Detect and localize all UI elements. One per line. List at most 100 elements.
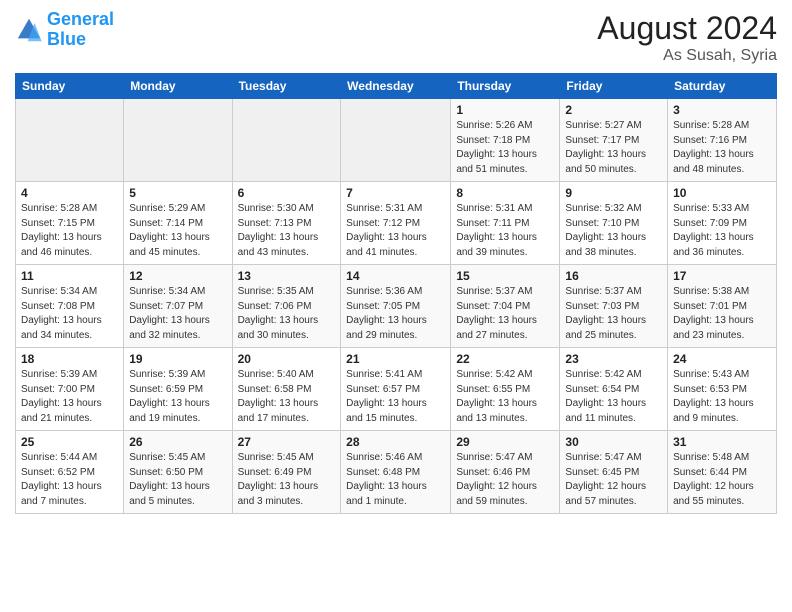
calendar-cell: 8Sunrise: 5:31 AM Sunset: 7:11 PM Daylig… xyxy=(451,182,560,265)
day-number: 28 xyxy=(346,435,445,449)
day-number: 3 xyxy=(673,103,771,117)
day-header-monday: Monday xyxy=(124,74,232,99)
day-number: 27 xyxy=(238,435,336,449)
calendar-cell: 4Sunrise: 5:28 AM Sunset: 7:15 PM Daylig… xyxy=(16,182,124,265)
calendar-cell: 31Sunrise: 5:48 AM Sunset: 6:44 PM Dayli… xyxy=(668,431,777,514)
day-info: Sunrise: 5:28 AM Sunset: 7:16 PM Dayligh… xyxy=(673,119,771,177)
logo: General Blue xyxy=(15,10,114,50)
calendar-cell: 9Sunrise: 5:32 AM Sunset: 7:10 PM Daylig… xyxy=(560,182,668,265)
day-info: Sunrise: 5:41 AM Sunset: 6:57 PM Dayligh… xyxy=(346,368,445,426)
page: General Blue August 2024 As Susah, Syria… xyxy=(0,0,792,612)
day-info: Sunrise: 5:39 AM Sunset: 7:00 PM Dayligh… xyxy=(21,368,118,426)
day-info: Sunrise: 5:26 AM Sunset: 7:18 PM Dayligh… xyxy=(456,119,554,177)
day-number: 24 xyxy=(673,352,771,366)
day-info: Sunrise: 5:42 AM Sunset: 6:55 PM Dayligh… xyxy=(456,368,554,426)
calendar-cell: 19 Sunrise: 5:39 AM Sunset: 6:59 PM Dayli… xyxy=(124,348,232,431)
day-header-thursday: Thursday xyxy=(451,74,560,99)
day-header-tuesday: Tuesday xyxy=(232,74,341,99)
day-info: Sunrise: 5:38 AM Sunset: 7:01 PM Dayligh… xyxy=(673,285,771,343)
day-number: 11 xyxy=(21,269,118,283)
day-number: 26 xyxy=(129,435,226,449)
calendar: SundayMondayTuesdayWednesdayThursdayFrid… xyxy=(15,73,777,514)
calendar-cell xyxy=(341,99,451,182)
day-number: 7 xyxy=(346,186,445,200)
header: General Blue August 2024 As Susah, Syria xyxy=(15,10,777,65)
day-number: 19 xyxy=(129,352,226,366)
calendar-cell: 20Sunrise: 5:40 AM Sunset: 6:58 PM Dayli… xyxy=(232,348,341,431)
day-number: 6 xyxy=(238,186,336,200)
day-info: Sunrise: 5:34 AM Sunset: 7:08 PM Dayligh… xyxy=(21,285,118,343)
calendar-cell xyxy=(16,99,124,182)
day-number: 16 xyxy=(565,269,662,283)
day-number: 12 xyxy=(129,269,226,283)
day-info: Sunrise: 5:30 AM Sunset: 7:13 PM Dayligh… xyxy=(238,202,336,260)
title-block: August 2024 As Susah, Syria xyxy=(597,10,777,65)
logo-icon xyxy=(15,16,43,44)
day-info: Sunrise: 5:28 AM Sunset: 7:15 PM Dayligh… xyxy=(21,202,118,260)
calendar-cell: 10 Sunrise: 5:33 AM Sunset: 7:09 PM Dayli… xyxy=(668,182,777,265)
day-number: 2 xyxy=(565,103,662,117)
calendar-cell: 7 Sunrise: 5:31 AM Sunset: 7:12 PM Daylig… xyxy=(341,182,451,265)
day-info: Sunrise: 5:31 AM Sunset: 7:11 PM Dayligh… xyxy=(456,202,554,260)
day-info: Sunrise: 5:37 AM Sunset: 7:04 PM Dayligh… xyxy=(456,285,554,343)
calendar-cell: 26 Sunrise: 5:45 AM Sunset: 6:50 PM Dayli… xyxy=(124,431,232,514)
day-header-sunday: Sunday xyxy=(16,74,124,99)
day-number: 10 xyxy=(673,186,771,200)
day-number: 15 xyxy=(456,269,554,283)
day-info: Sunrise: 5:33 AM Sunset: 7:09 PM Dayligh… xyxy=(673,202,771,260)
day-info: Sunrise: 5:37 AM Sunset: 7:03 PM Dayligh… xyxy=(565,285,662,343)
calendar-cell: 27 Sunrise: 5:45 AM Sunset: 6:49 PM Dayli… xyxy=(232,431,341,514)
logo-text: General Blue xyxy=(47,10,114,50)
calendar-cell: 14Sunrise: 5:36 AM Sunset: 7:05 PM Dayli… xyxy=(341,265,451,348)
calendar-week-4: 18 Sunrise: 5:39 AM Sunset: 7:00 PM Dayli… xyxy=(16,348,777,431)
calendar-body: 1Sunrise: 5:26 AM Sunset: 7:18 PM Daylig… xyxy=(16,99,777,514)
calendar-week-3: 11 Sunrise: 5:34 AM Sunset: 7:08 PM Dayli… xyxy=(16,265,777,348)
day-info: Sunrise: 5:35 AM Sunset: 7:06 PM Dayligh… xyxy=(238,285,336,343)
calendar-cell: 6 Sunrise: 5:30 AM Sunset: 7:13 PM Daylig… xyxy=(232,182,341,265)
day-number: 29 xyxy=(456,435,554,449)
day-number: 21 xyxy=(346,352,445,366)
day-header-friday: Friday xyxy=(560,74,668,99)
calendar-cell: 15 Sunrise: 5:37 AM Sunset: 7:04 PM Dayli… xyxy=(451,265,560,348)
calendar-cell: 3 Sunrise: 5:28 AM Sunset: 7:16 PM Daylig… xyxy=(668,99,777,182)
calendar-cell: 30 Sunrise: 5:47 AM Sunset: 6:45 PM Dayli… xyxy=(560,431,668,514)
calendar-cell: 18 Sunrise: 5:39 AM Sunset: 7:00 PM Dayli… xyxy=(16,348,124,431)
day-info: Sunrise: 5:43 AM Sunset: 6:53 PM Dayligh… xyxy=(673,368,771,426)
day-info: Sunrise: 5:45 AM Sunset: 6:49 PM Dayligh… xyxy=(238,451,336,509)
calendar-cell: 22 Sunrise: 5:42 AM Sunset: 6:55 PM Dayli… xyxy=(451,348,560,431)
day-number: 18 xyxy=(21,352,118,366)
calendar-week-2: 4Sunrise: 5:28 AM Sunset: 7:15 PM Daylig… xyxy=(16,182,777,265)
day-info: Sunrise: 5:44 AM Sunset: 6:52 PM Dayligh… xyxy=(21,451,118,509)
calendar-cell: 25 Sunrise: 5:44 AM Sunset: 6:52 PM Dayli… xyxy=(16,431,124,514)
day-number: 25 xyxy=(21,435,118,449)
header-row: SundayMondayTuesdayWednesdayThursdayFrid… xyxy=(16,74,777,99)
day-number: 30 xyxy=(565,435,662,449)
calendar-cell: 29Sunrise: 5:47 AM Sunset: 6:46 PM Dayli… xyxy=(451,431,560,514)
calendar-cell: 28Sunrise: 5:46 AM Sunset: 6:48 PM Dayli… xyxy=(341,431,451,514)
calendar-cell xyxy=(124,99,232,182)
day-number: 5 xyxy=(129,186,226,200)
day-info: Sunrise: 5:34 AM Sunset: 7:07 PM Dayligh… xyxy=(129,285,226,343)
day-info: Sunrise: 5:45 AM Sunset: 6:50 PM Dayligh… xyxy=(129,451,226,509)
day-number: 20 xyxy=(238,352,336,366)
day-header-saturday: Saturday xyxy=(668,74,777,99)
day-info: Sunrise: 5:48 AM Sunset: 6:44 PM Dayligh… xyxy=(673,451,771,509)
calendar-cell xyxy=(232,99,341,182)
calendar-cell: 11 Sunrise: 5:34 AM Sunset: 7:08 PM Dayli… xyxy=(16,265,124,348)
subtitle: As Susah, Syria xyxy=(597,47,777,65)
day-info: Sunrise: 5:39 AM Sunset: 6:59 PM Dayligh… xyxy=(129,368,226,426)
calendar-cell: 23Sunrise: 5:42 AM Sunset: 6:54 PM Dayli… xyxy=(560,348,668,431)
day-info: Sunrise: 5:31 AM Sunset: 7:12 PM Dayligh… xyxy=(346,202,445,260)
day-info: Sunrise: 5:27 AM Sunset: 7:17 PM Dayligh… xyxy=(565,119,662,177)
calendar-cell: 16 Sunrise: 5:37 AM Sunset: 7:03 PM Dayli… xyxy=(560,265,668,348)
calendar-header: SundayMondayTuesdayWednesdayThursdayFrid… xyxy=(16,74,777,99)
day-info: Sunrise: 5:47 AM Sunset: 6:45 PM Dayligh… xyxy=(565,451,662,509)
day-info: Sunrise: 5:29 AM Sunset: 7:14 PM Dayligh… xyxy=(129,202,226,260)
calendar-week-1: 1Sunrise: 5:26 AM Sunset: 7:18 PM Daylig… xyxy=(16,99,777,182)
day-header-wednesday: Wednesday xyxy=(341,74,451,99)
day-info: Sunrise: 5:42 AM Sunset: 6:54 PM Dayligh… xyxy=(565,368,662,426)
day-info: Sunrise: 5:36 AM Sunset: 7:05 PM Dayligh… xyxy=(346,285,445,343)
calendar-cell: 13Sunrise: 5:35 AM Sunset: 7:06 PM Dayli… xyxy=(232,265,341,348)
day-number: 22 xyxy=(456,352,554,366)
calendar-cell: 24 Sunrise: 5:43 AM Sunset: 6:53 PM Dayli… xyxy=(668,348,777,431)
